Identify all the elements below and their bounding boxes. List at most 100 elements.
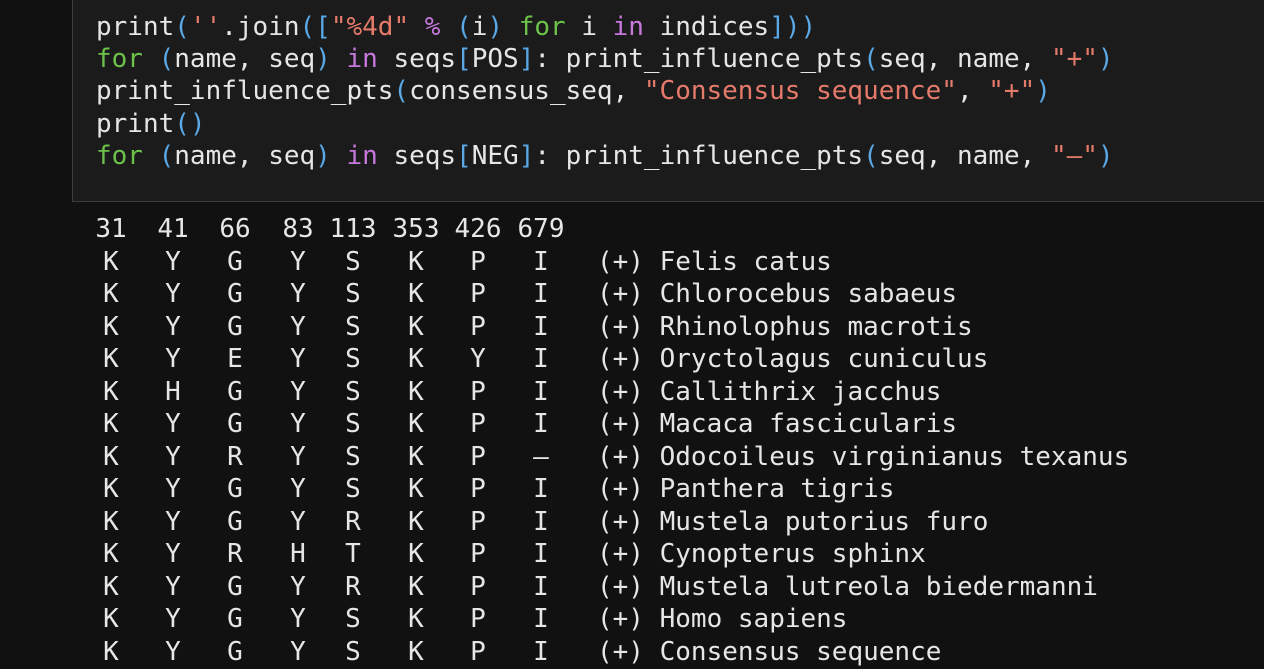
- residue: T: [345, 539, 361, 569]
- sign-marker: (+): [597, 441, 644, 472]
- code-token: [: [456, 44, 472, 74]
- code-token: ]: [769, 12, 785, 42]
- residue: K: [103, 539, 119, 569]
- residue: I: [533, 636, 549, 667]
- residue: P: [470, 474, 486, 504]
- species-name: Oryctolagus cuniculus: [659, 344, 989, 374]
- output-row: K Y G Y S K P I (+) Homo sapiens: [95, 603, 1255, 636]
- species-name: Chlorocebus sabaeus: [659, 279, 958, 309]
- residue: K: [408, 636, 424, 667]
- residue: P: [470, 279, 486, 309]
- residue: K: [408, 539, 424, 569]
- code-token: [: [315, 12, 331, 42]
- code-token: "%4d": [330, 12, 410, 42]
- residue: Y: [165, 636, 181, 667]
- code-line[interactable]: for (name, seq) in seqs[NEG]: print_infl…: [96, 140, 1114, 172]
- output-row: K Y G Y S K P I (+) Macaca fascicularis: [95, 408, 1255, 441]
- code-token: print_influence_pts: [96, 76, 394, 106]
- residue: K: [103, 506, 119, 537]
- residue: Y: [165, 311, 181, 342]
- code-line[interactable]: print(''.join(["%4d" % (i) for i in indi…: [96, 11, 816, 43]
- species-label: (+) Macaca fascicularis: [597, 408, 957, 441]
- code-token: (: [158, 141, 175, 171]
- residue: P: [470, 441, 486, 472]
- residue: K: [103, 311, 119, 342]
- species-name: Mustela lutreola biedermanni: [659, 571, 1098, 602]
- code-token: indices: [643, 12, 770, 42]
- residue: K: [103, 636, 119, 667]
- code-token: (: [393, 76, 410, 106]
- residue: R: [345, 506, 361, 537]
- species-name: Callithrix jacchus: [659, 376, 942, 407]
- residue: K: [408, 604, 424, 634]
- residue: I: [533, 474, 549, 504]
- residue: G: [227, 311, 243, 342]
- species-label: (+) Mustela putorius furo: [597, 506, 988, 539]
- residue: I: [533, 409, 549, 439]
- code-line[interactable]: print(): [96, 108, 206, 140]
- code-token: for: [518, 12, 566, 42]
- residue: G: [227, 409, 243, 439]
- residue: Y: [165, 344, 181, 374]
- residue: K: [408, 441, 424, 472]
- code-token: "–": [1050, 141, 1098, 171]
- code-line[interactable]: print_influence_pts(consensus_seq, "Cons…: [96, 75, 1051, 107]
- sign-marker: (+): [597, 376, 644, 407]
- residue: P: [470, 409, 486, 439]
- residue: K: [408, 376, 424, 407]
- species-name: Homo sapiens: [659, 604, 848, 634]
- cell-output: 31 41 66 83 113 353 426 679 K Y G Y S K P I (+) Felis ca…: [95, 213, 1255, 668]
- code-token: in: [346, 44, 378, 74]
- position-label: 41: [157, 214, 189, 244]
- code-token: : print_influence_pts: [534, 141, 864, 171]
- species-label: (+) Callithrix jacchus: [597, 376, 941, 409]
- residue: Y: [165, 474, 181, 504]
- output-row: K Y G Y R K P I (+) Mustela putorius furo: [95, 506, 1255, 539]
- code-token: seq, name,: [878, 141, 1051, 171]
- residue: P: [470, 311, 486, 342]
- code-token: seq, name,: [878, 44, 1051, 74]
- residue: P: [470, 636, 486, 667]
- residue: R: [345, 571, 361, 602]
- code-token: i: [565, 12, 613, 42]
- residue: K: [103, 376, 119, 407]
- code-token: seqs: [377, 141, 457, 171]
- residue: K: [103, 279, 119, 309]
- residue: K: [408, 506, 424, 537]
- code-line[interactable]: for (name, seq) in seqs[POS]: print_infl…: [96, 43, 1114, 75]
- residue: Y: [165, 441, 181, 472]
- code-token: ): [1097, 44, 1114, 74]
- residue: G: [227, 474, 243, 504]
- species-label: (+) Cynopterus sphinx: [597, 538, 926, 571]
- code-token: in: [346, 141, 378, 171]
- residue: K: [408, 246, 424, 277]
- residue: G: [227, 246, 243, 277]
- code-token: ]: [518, 141, 535, 171]
- residue: G: [227, 506, 243, 537]
- output-row: K Y G Y R K P I (+) Mustela lutreola biedermanni: [95, 571, 1255, 604]
- code-cell[interactable]: print(''.join(["%4d" % (i) for i in indi…: [72, 0, 1264, 202]
- sign-marker: (+): [597, 409, 644, 439]
- output-row: K Y E Y S K Y I (+) Oryctolagus cuniculus: [95, 343, 1255, 376]
- residue: S: [345, 604, 361, 634]
- code-token: : print_influence_pts: [534, 44, 864, 74]
- code-token: NEG: [471, 141, 519, 171]
- output-row: K Y R Y S K P – (+) Odocoileus virginianus texan…: [95, 441, 1255, 474]
- species-name: Mustela putorius furo: [659, 506, 989, 537]
- residue: K: [103, 344, 119, 374]
- sign-marker: (+): [597, 279, 644, 309]
- residue: I: [533, 604, 549, 634]
- residue: K: [103, 246, 119, 277]
- sign-marker: (+): [597, 246, 644, 277]
- residue: I: [533, 506, 549, 537]
- residue: I: [533, 571, 549, 602]
- position-label: 679: [517, 214, 565, 244]
- residue: G: [227, 636, 243, 667]
- code-token: "+": [988, 76, 1036, 106]
- residue: I: [533, 376, 549, 407]
- code-token: .join: [221, 12, 300, 42]
- output-row: K Y G Y S K P I (+) Felis catus: [95, 246, 1255, 279]
